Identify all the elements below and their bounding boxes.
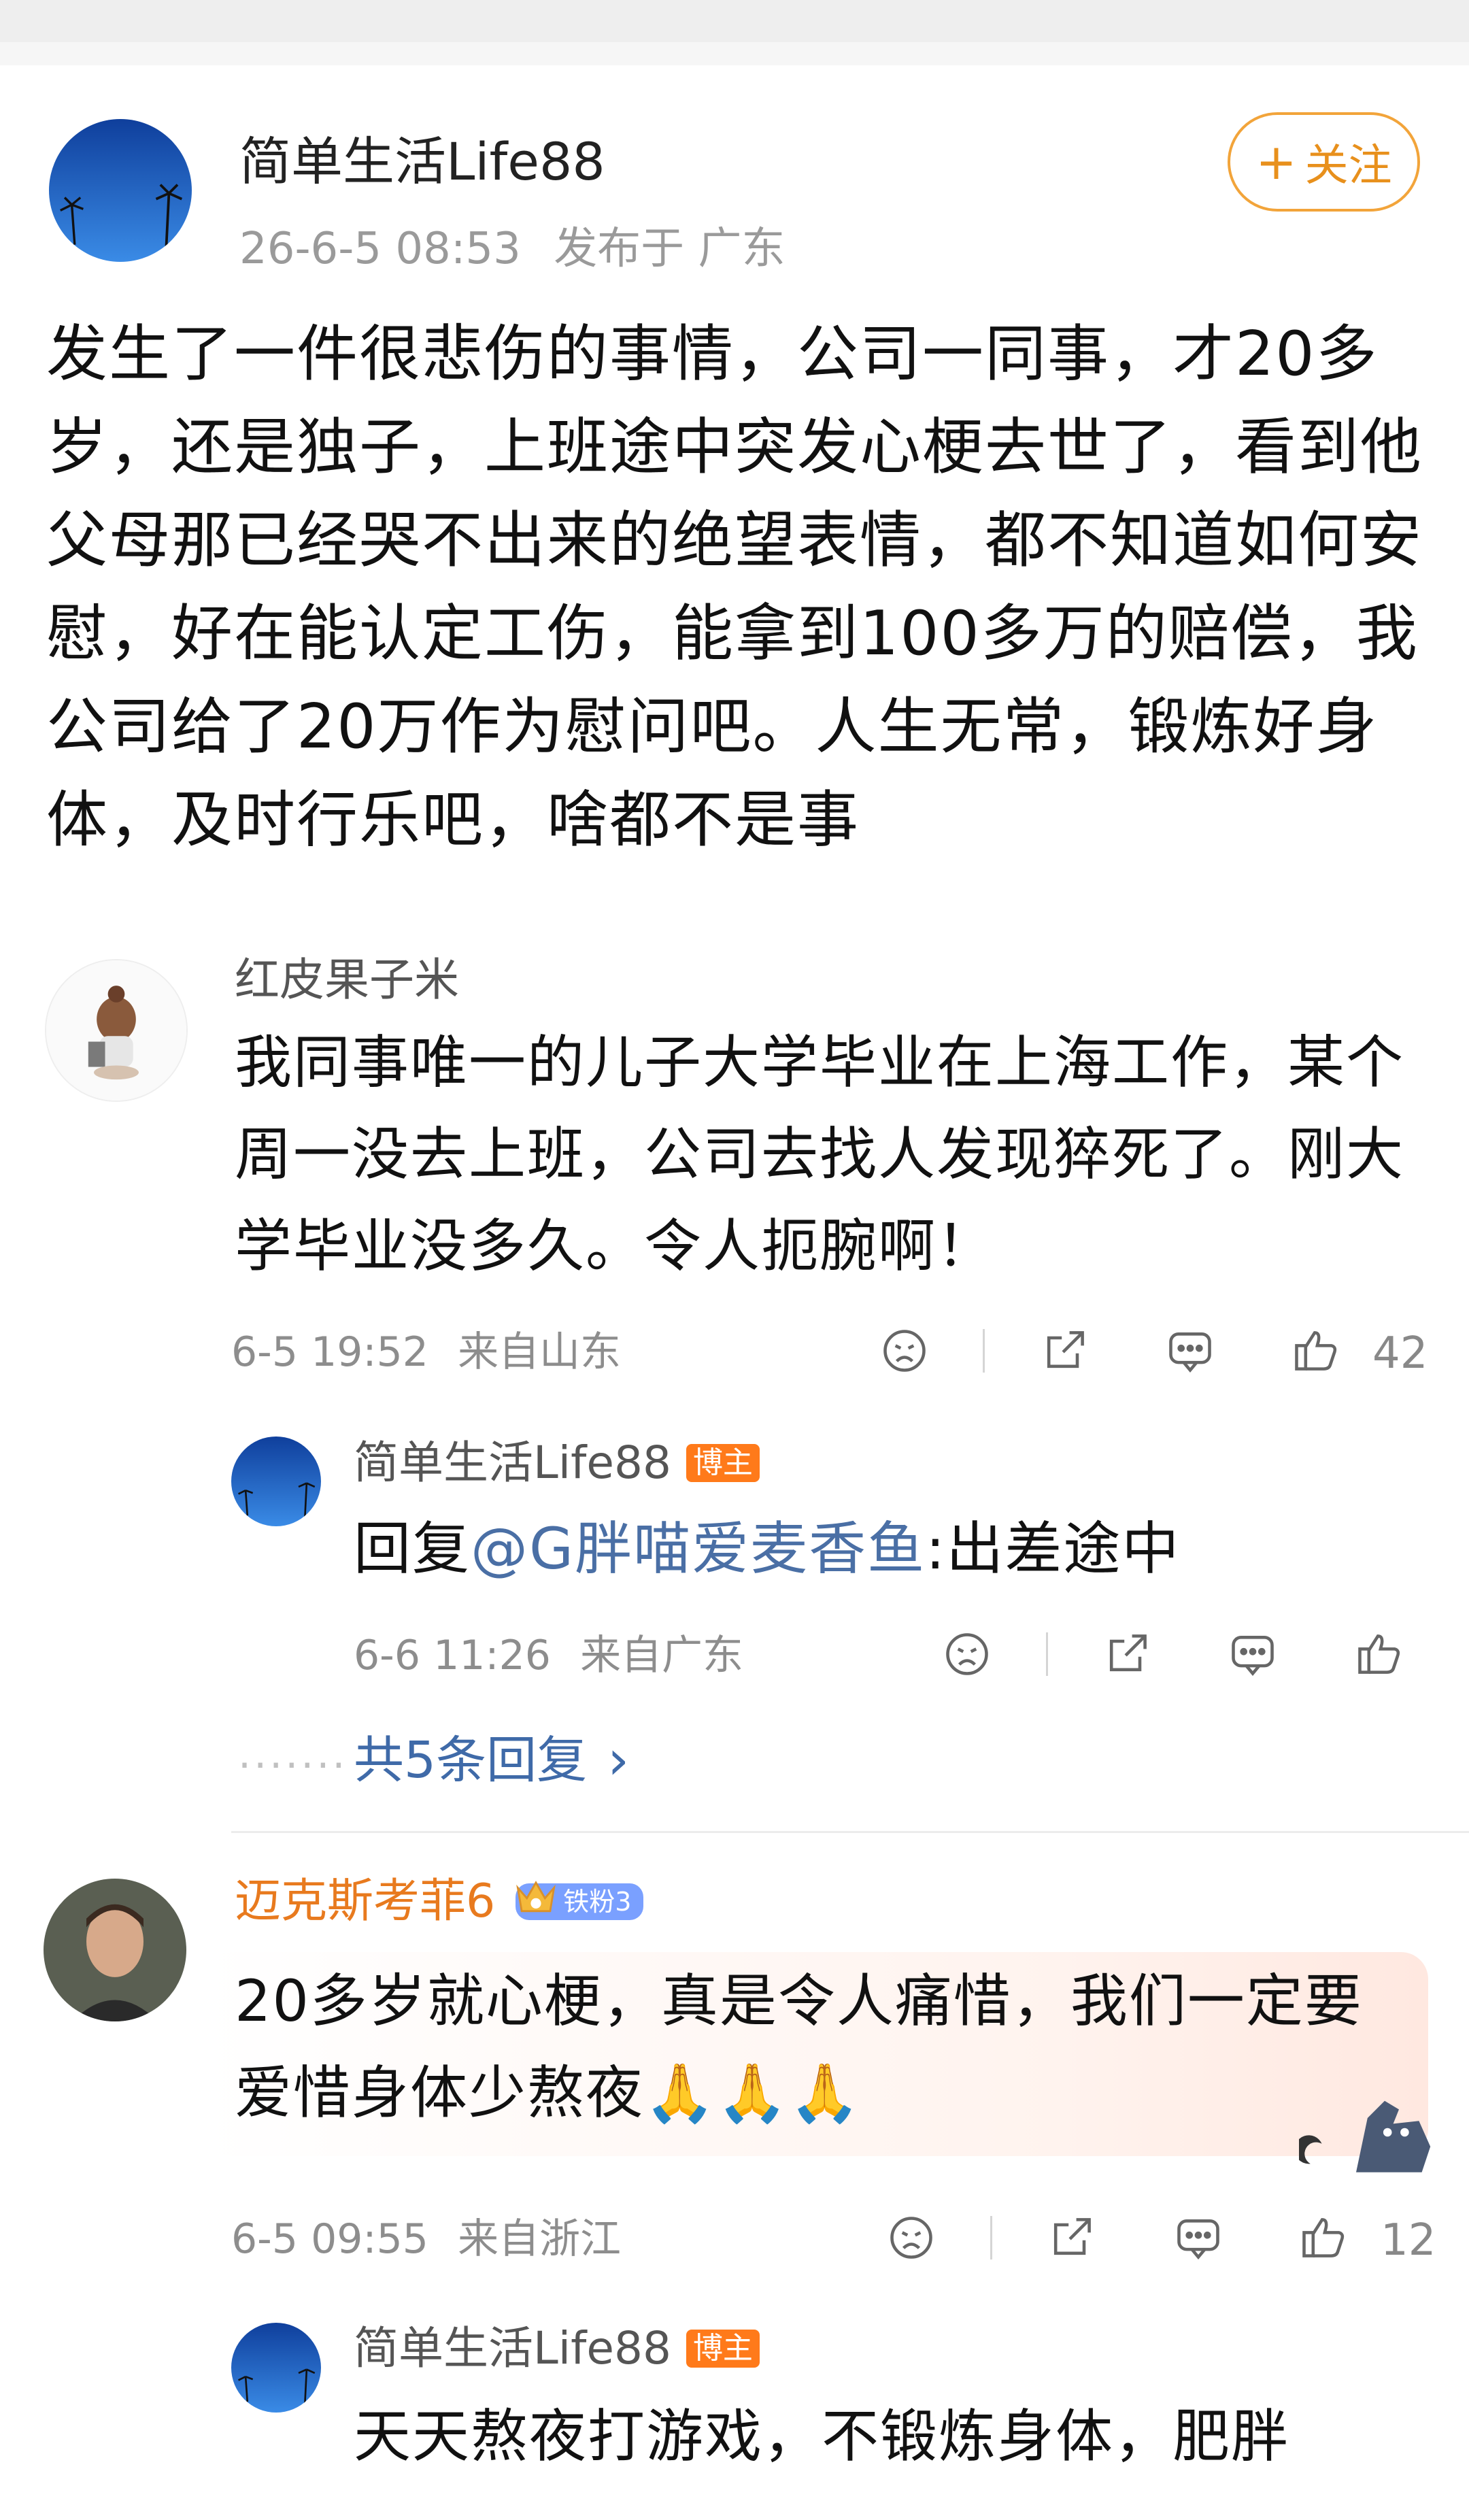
share-icon[interactable] <box>1037 1324 1092 1378</box>
like-count: 42 <box>1372 1328 1428 1379</box>
sad-face-icon[interactable] <box>940 1627 994 1681</box>
chevron-right-icon: › <box>607 1728 630 1792</box>
more-replies-link[interactable]: 共5条回复 › <box>354 1733 629 1787</box>
commenter-avatar[interactable] <box>45 959 188 1102</box>
comment-meta: 6-5 19:52 来自山东 <box>231 1332 621 1373</box>
comment-time: 6-5 09:55 <box>231 2215 428 2263</box>
post-meta: 26-6-5 08:53 发布于 广东 <box>239 227 786 271</box>
more-replies-label: 共5条回复 <box>354 1731 588 1790</box>
author-avatar[interactable] <box>49 119 192 262</box>
reply-text: 天天熬夜打游戏，不锻炼身体，肥胖 <box>354 2403 1290 2470</box>
decoration-sticker <box>1294 2088 1442 2177</box>
reply-time: 6-6 11:26 <box>354 1632 551 1679</box>
blogger-badge: 博主 <box>686 2330 760 2368</box>
action-divider <box>1046 1632 1048 1676</box>
share-icon[interactable] <box>1044 2211 1098 2265</box>
reply-author-name[interactable]: 简单生活Life88 <box>354 1441 671 1485</box>
follow-button[interactable]: + 关注 <box>1228 112 1420 212</box>
plus-icon: + <box>1255 133 1297 190</box>
thumbs-up-icon[interactable] <box>1289 1324 1343 1378</box>
top-strip-shadow <box>0 42 1469 65</box>
thumbs-up-icon[interactable] <box>1352 1627 1406 1681</box>
reply-location: 来自广东 <box>580 1632 744 1679</box>
comment-icon[interactable] <box>1226 1627 1280 1681</box>
reply-author-avatar[interactable] <box>231 1437 321 1526</box>
comment-text: 20多岁就心梗，真是令人痛惜，我们一定要爱惜身体少熬夜🙏🙏🙏 <box>235 1968 1363 2126</box>
reply-meta: 6-6 11:26 来自广东 <box>354 1635 743 1676</box>
fan-badge: 铁粉3 <box>516 1881 644 1920</box>
reply-text: 回复@G胖喵爱麦香鱼:出差途中 <box>354 1503 1428 1595</box>
blogger-badge: 博主 <box>686 1444 760 1482</box>
comment-icon[interactable] <box>1171 2211 1226 2265</box>
action-divider <box>990 2216 992 2259</box>
fan-badge-label: 铁粉3 <box>563 1887 632 1917</box>
follow-label: 关注 <box>1304 141 1392 191</box>
thumbs-up-icon[interactable] <box>1296 2211 1351 2265</box>
post-location: 发布于 广东 <box>554 224 786 274</box>
sad-face-icon[interactable] <box>884 2211 939 2265</box>
author-name[interactable]: 简单生活Life88 <box>239 136 605 188</box>
crown-icon <box>516 1881 556 1913</box>
comment-divider <box>231 1831 1469 1833</box>
comment-location: 来自浙江 <box>458 2215 622 2263</box>
post-time: 26-6-5 08:53 <box>239 224 521 274</box>
reply-author-name[interactable]: 简单生活Life88 <box>354 2326 671 2371</box>
reply-prefix: 回复 <box>354 1515 471 1582</box>
reply-header: 简单生活Life88 博主 <box>354 1441 760 1485</box>
share-icon[interactable] <box>1100 1627 1154 1681</box>
more-replies-dots: ······· <box>238 1742 348 1790</box>
commenter-name[interactable]: 红皮果子米 <box>235 958 459 1003</box>
reply-body: :出差途中 <box>926 1515 1181 1582</box>
commenter-avatar[interactable] <box>44 1879 186 2021</box>
action-divider <box>983 1329 985 1373</box>
post-body: 发生了一件很悲伤的事情，公司一同事，才20多岁，还是独子，上班途中突发心梗去世了… <box>46 318 1423 856</box>
commenter-header: 迈克斯考菲6 铁粉3 <box>235 1879 644 1925</box>
mention-link[interactable]: @G胖喵爱麦香鱼 <box>471 1515 926 1582</box>
comment-time: 6-5 19:52 <box>231 1328 428 1376</box>
comment-location: 来自山东 <box>458 1328 622 1376</box>
like-count: 12 <box>1381 2215 1436 2266</box>
comment-text: 我同事唯一的儿子大学毕业在上海工作，某个周一没去上班，公司去找人发现猝死了。刚大… <box>235 1029 1405 1279</box>
commenter-name[interactable]: 迈克斯考菲6 <box>235 1879 495 1925</box>
top-strip <box>0 0 1469 42</box>
comment-meta: 6-5 09:55 来自浙江 <box>231 2219 621 2259</box>
reply-header: 简单生活Life88 博主 <box>354 2326 760 2371</box>
reply-author-avatar[interactable] <box>231 2323 321 2413</box>
comment-icon[interactable] <box>1163 1324 1217 1378</box>
sad-face-icon[interactable] <box>877 1324 932 1378</box>
